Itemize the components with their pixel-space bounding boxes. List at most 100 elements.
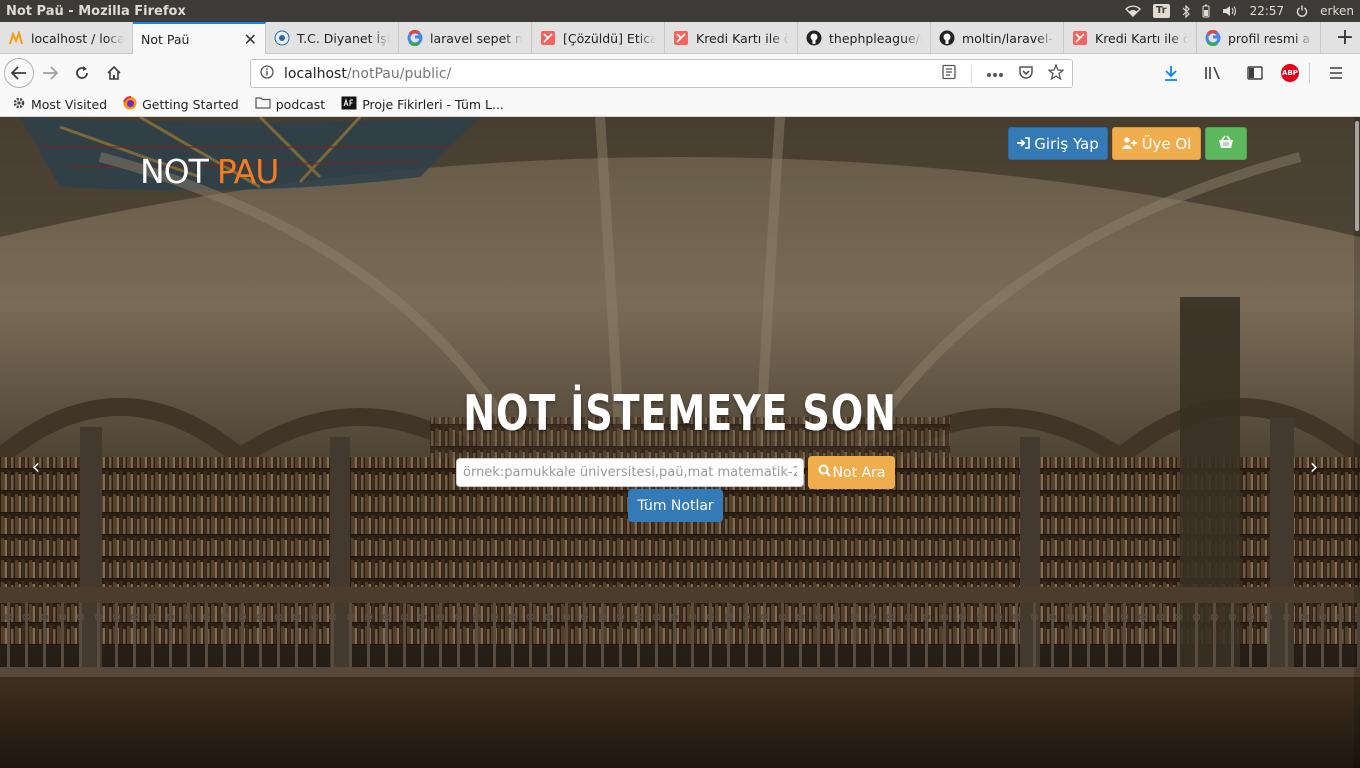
tab-label: localhost / loca [31, 30, 124, 46]
login-button[interactable]: Giriş Yap [1008, 127, 1108, 160]
google-icon [1205, 30, 1221, 46]
back-arrow-icon [11, 66, 26, 80]
close-tab-icon[interactable]: ✕ [244, 30, 257, 49]
tab-cozuldu-eticaret[interactable]: [Çözüldü] Etica [532, 22, 665, 54]
back-button[interactable] [4, 58, 34, 88]
diyanet-icon [274, 30, 290, 46]
downloads-icon[interactable] [1155, 57, 1187, 89]
url-bar[interactable]: localhost/notPau/public/ [250, 59, 1073, 88]
tab-profil-resmi[interactable]: profil resmi ava [1197, 22, 1321, 54]
home-button[interactable] [98, 57, 130, 89]
tab-label: [Çözüldü] Etica [563, 30, 656, 46]
scrollbar-thumb[interactable] [1355, 121, 1359, 231]
site-logo[interactable]: NOT PAU [140, 152, 280, 191]
library-icon[interactable] [1197, 57, 1229, 89]
register-button[interactable]: Üye Ol [1112, 127, 1201, 160]
bookmark-star-icon[interactable] [1047, 62, 1065, 84]
sidebar-icon[interactable] [1239, 57, 1271, 89]
keyboard-layout-indicator[interactable]: Tr [1152, 4, 1170, 18]
tab-label: T.C. Diyanet İşle [297, 30, 390, 46]
sign-in-icon [1017, 135, 1031, 153]
user-plus-icon [1121, 135, 1138, 153]
page-scrollbar[interactable] [1354, 117, 1360, 768]
battery-icon[interactable] [1202, 4, 1210, 18]
folder-icon [255, 96, 271, 112]
cart-button[interactable] [1205, 127, 1247, 160]
tab-label: thephpleague/o [829, 30, 922, 46]
laravel-icon [540, 30, 556, 46]
info-icon[interactable] [260, 64, 274, 83]
search-button-label: Not Ara [832, 464, 886, 481]
url-path: /notPau/public/ [346, 65, 452, 82]
tab-kredi-karti-1[interactable]: Kredi Kartı ile ö [665, 22, 798, 54]
firefox-icon [123, 95, 137, 113]
bookmarks-toolbar: Most Visited Getting Started podcast Pro… [0, 92, 1360, 117]
all-notes-button[interactable]: Tüm Notlar [628, 489, 723, 522]
tab-label: Not Paü [141, 31, 190, 47]
volume-icon[interactable] [1222, 5, 1238, 17]
forward-arrow-icon [43, 66, 58, 80]
google-icon [407, 30, 423, 46]
tab-label: moltin/laravel- [962, 30, 1053, 46]
gear-icon [12, 96, 26, 113]
register-label: Üye Ol [1141, 134, 1192, 153]
page-viewport: NOT PAU Giriş Yap Üye Ol ‹ › NOT İSTEMEYE… [0, 117, 1360, 768]
reload-icon [76, 66, 88, 79]
bookmark-most-visited[interactable]: Most Visited [0, 96, 113, 113]
tab-not-pau[interactable]: Not Paü ✕ [133, 22, 266, 54]
clock[interactable]: 22:57 [1250, 4, 1285, 18]
user-name[interactable]: erken [1320, 4, 1354, 18]
bookmark-proje-fikirleri[interactable]: Proje Fikirleri - Tüm L... [331, 96, 510, 113]
tab-label: Kredi Kartı ile ö [696, 30, 789, 46]
hero-title: NOT İSTEMEYE SON [463, 385, 897, 442]
carousel-prev-arrow[interactable]: ‹ [26, 455, 46, 480]
bookmark-label: Most Visited [31, 96, 108, 112]
bookmark-label: Getting Started [142, 96, 239, 112]
tab-localhost-phpmyadmin[interactable]: localhost / loca [0, 22, 133, 54]
menu-icon[interactable] [1320, 57, 1352, 89]
tab-label: Kredi Kartı ile ö [1095, 30, 1188, 46]
adblock-plus-icon[interactable]: ABP [1281, 64, 1299, 82]
tab-laravel-sepet[interactable]: laravel sepet no [399, 22, 532, 54]
tab-thephpleague[interactable]: thephpleague/o [798, 22, 931, 54]
tab-label: profil resmi ava [1228, 30, 1312, 46]
bookmark-label: podcast [275, 96, 326, 112]
header-actions: Giriş Yap Üye Ol [1008, 127, 1247, 160]
tab-kredi-karti-2[interactable]: Kredi Kartı ile ö [1064, 22, 1197, 54]
page-actions-icon[interactable] [986, 66, 1004, 82]
laravel-icon [1072, 30, 1088, 46]
navigation-bar: localhost/notPau/public/ ABP [0, 54, 1360, 92]
note-search-input[interactable] [456, 458, 804, 487]
window-title: Not Paü - Mozilla Firefox [6, 3, 186, 19]
search-notes-button[interactable]: Not Ara [808, 456, 895, 489]
site-icon [341, 96, 357, 113]
power-icon[interactable] [1296, 5, 1308, 17]
phpmyadmin-icon [8, 30, 24, 46]
github-icon [939, 30, 955, 46]
search-icon [818, 464, 831, 481]
toolbar-right: ABP [1155, 57, 1352, 89]
bluetooth-icon[interactable] [1182, 4, 1190, 18]
os-top-panel: Not Paü - Mozilla Firefox Tr 22:57 erken [0, 0, 1360, 22]
carousel-next-arrow[interactable]: › [1304, 455, 1324, 480]
basket-icon [1218, 135, 1234, 153]
new-tab-button[interactable]: + [1330, 22, 1360, 53]
laravel-icon [673, 30, 689, 46]
bookmark-label: Proje Fikirleri - Tüm L... [362, 96, 504, 112]
reload-button[interactable] [66, 57, 98, 89]
github-icon [806, 30, 822, 46]
tab-label: laravel sepet no [430, 30, 523, 46]
bookmark-getting-started[interactable]: Getting Started [113, 95, 245, 113]
forward-button[interactable] [34, 57, 66, 89]
tab-moltin-laravel[interactable]: moltin/laravel- [931, 22, 1064, 54]
system-tray: Tr 22:57 erken [1124, 4, 1360, 18]
pocket-icon[interactable] [1018, 64, 1034, 84]
logo-text-not: NOT [140, 152, 209, 191]
tab-diyanet[interactable]: T.C. Diyanet İşle [266, 22, 399, 54]
wifi-icon[interactable] [1124, 5, 1141, 17]
library-background-image [0, 117, 1360, 768]
logo-text-pau: PAU [216, 152, 280, 191]
reader-view-icon[interactable] [941, 64, 957, 84]
bookmark-folder-podcast[interactable]: podcast [245, 96, 331, 112]
home-icon [107, 65, 121, 80]
